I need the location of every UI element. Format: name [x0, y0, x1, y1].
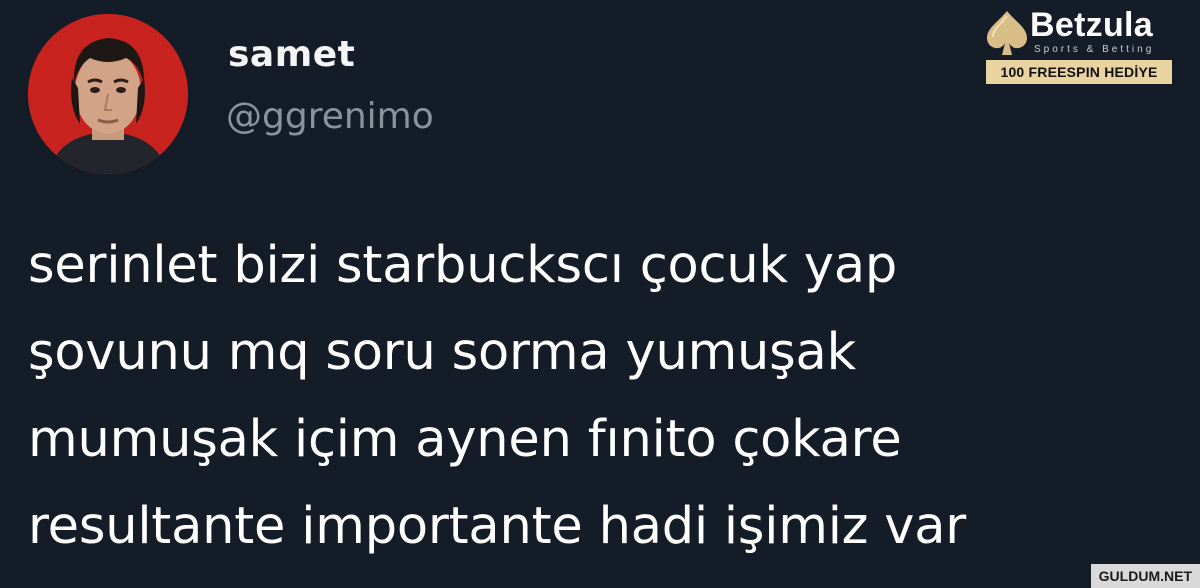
avatar[interactable] [28, 14, 188, 174]
brand-badge[interactable]: Betzula Sports & Betting 100 FREESPIN HE… [984, 6, 1180, 86]
brand-tagline: Sports & Betting [1034, 44, 1155, 55]
username-handle[interactable]: @ggrenimo [226, 96, 434, 137]
tweet-text-line: şovunu mq soru sorma yumuşak [28, 323, 856, 382]
avatar-portrait [28, 14, 188, 174]
tweet-text: serinlet bizi starbuckscı çocuk yap şovu… [28, 222, 1158, 570]
tweet-text-line: serinlet bizi starbuckscı çocuk yap [28, 236, 898, 295]
site-watermark: GULDUM.NET [1090, 564, 1200, 588]
spade-icon [987, 11, 1027, 55]
tweet-text-line: mumuşak içim aynen fınito çokare [28, 410, 902, 469]
display-name[interactable]: samet [228, 34, 355, 75]
tweet-text-line: resultante importante hadi işimiz var [28, 497, 967, 556]
brand-name: Betzula [1030, 6, 1154, 44]
promo-banner[interactable]: 100 FREESPIN HEDİYE [986, 60, 1172, 84]
